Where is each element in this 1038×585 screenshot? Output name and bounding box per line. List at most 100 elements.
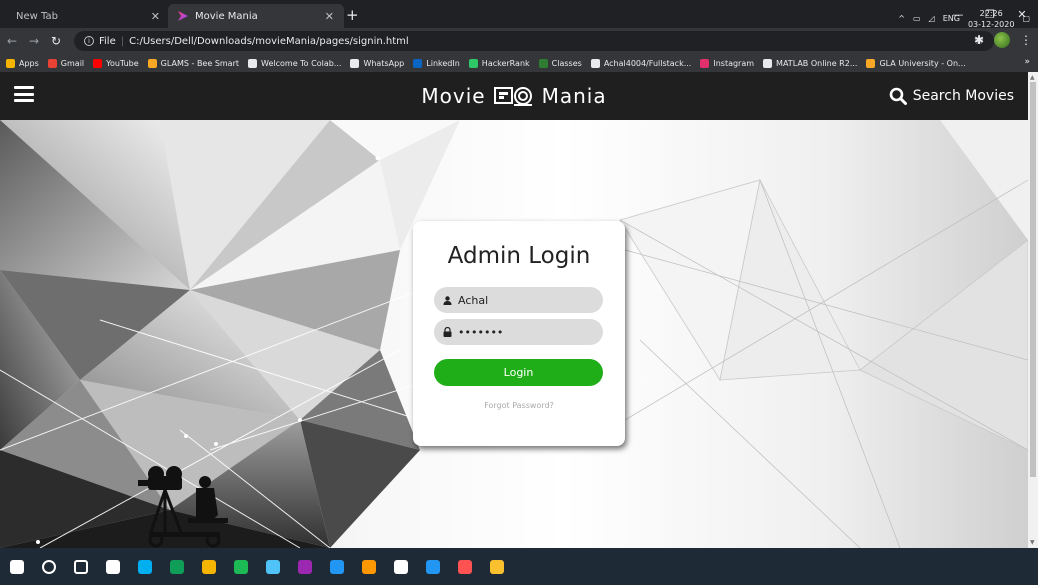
tab-title: Movie Mania xyxy=(195,10,258,22)
bookmark-item[interactable]: Achal4004/Fullstack... xyxy=(590,58,692,68)
bookmark-favicon-icon xyxy=(413,58,423,68)
edge-icon[interactable] xyxy=(162,552,192,582)
bookmark-label: YouTube xyxy=(106,58,139,68)
close-icon[interactable]: ✕ xyxy=(151,10,160,23)
bookmark-label: Classes xyxy=(551,58,582,68)
bookmark-favicon-icon xyxy=(468,58,478,68)
scrollbar-thumb[interactable] xyxy=(1030,82,1036,477)
address-bar[interactable]: i File | C:/Users/Dell/Downloads/movieMa… xyxy=(74,31,994,51)
bookmark-label: HackerRank xyxy=(481,58,530,68)
settings-icon[interactable] xyxy=(450,552,480,582)
app-icon[interactable] xyxy=(258,552,288,582)
language-indicator[interactable]: ENG xyxy=(943,14,960,23)
bookmark-item[interactable]: Classes xyxy=(538,58,582,68)
bookmark-label: Achal4004/Fullstack... xyxy=(603,58,692,68)
url-text[interactable]: C:/Users/Dell/Downloads/movieMania/pages… xyxy=(129,36,409,47)
bookmark-label: Instagram xyxy=(713,58,755,68)
skype-icon[interactable] xyxy=(130,552,160,582)
scroll-up-arrow-icon[interactable]: ▲ xyxy=(1030,74,1035,81)
bookmark-label: GLA University - On... xyxy=(879,58,966,68)
info-icon[interactable]: i xyxy=(84,36,94,46)
bookmark-item[interactable]: HackerRank xyxy=(468,58,530,68)
admin-login-card: Admin Login Achal ••••••• Login Forgot P… xyxy=(413,221,625,446)
taskbar-glyph xyxy=(298,559,312,574)
file-explorer-icon[interactable] xyxy=(482,552,512,582)
bookmark-item[interactable]: MATLAB Online R2... xyxy=(763,58,858,68)
forgot-password-link[interactable]: Forgot Password? xyxy=(413,401,625,410)
taskbar-glyph xyxy=(458,559,472,574)
app-orange-icon[interactable] xyxy=(354,552,384,582)
tab-strip: New Tab ✕ Movie Mania ✕ + — ❐ ✕ xyxy=(0,0,1038,28)
hamburger-menu-icon[interactable] xyxy=(14,86,34,102)
bookmark-item[interactable]: YouTube xyxy=(93,58,139,68)
bookmark-favicon-icon xyxy=(763,58,773,68)
bookmark-favicon-icon xyxy=(248,58,258,68)
search-movies-link[interactable]: Search Movies xyxy=(889,87,1014,105)
site-brand[interactable]: Movie Mania xyxy=(421,84,606,108)
new-tab-button[interactable]: + xyxy=(346,6,359,24)
user-icon xyxy=(443,295,452,305)
back-arrow-icon[interactable]: ← xyxy=(2,34,22,48)
reload-icon[interactable]: ↻ xyxy=(46,34,66,48)
brand-text-left: Movie xyxy=(421,84,486,108)
bookmark-label: MATLAB Online R2... xyxy=(776,58,858,68)
bookmark-item[interactable]: Instagram xyxy=(700,58,755,68)
taskbar-glyph xyxy=(490,559,504,574)
site-header: Movie Mania Search Movies xyxy=(0,72,1028,120)
taskbar-glyph xyxy=(362,559,376,574)
close-icon[interactable]: ✕ xyxy=(325,10,334,23)
app-blue-icon[interactable] xyxy=(322,552,352,582)
username-field[interactable]: Achal xyxy=(434,287,603,313)
battery-icon[interactable]: ▭ xyxy=(913,14,921,23)
tab-movie-mania[interactable]: Movie Mania ✕ xyxy=(168,4,344,28)
movie-favicon-icon xyxy=(178,11,188,21)
bookmark-item[interactable]: LinkedIn xyxy=(413,58,460,68)
password-field[interactable]: ••••••• xyxy=(434,319,603,345)
browser-toolbar: ← → ↻ i File | C:/Users/Dell/Downloads/m… xyxy=(0,28,1038,54)
bookmark-item[interactable]: WhatsApp xyxy=(350,58,405,68)
forward-arrow-icon[interactable]: → xyxy=(24,34,44,48)
url-scheme-label: File xyxy=(99,35,116,47)
bookmark-favicon-icon xyxy=(538,58,548,68)
taskbar-glyph xyxy=(138,559,152,574)
vscode-icon[interactable] xyxy=(418,552,448,582)
taskbar-glyph xyxy=(106,559,120,574)
url-separator: | xyxy=(120,35,125,47)
mail-icon[interactable] xyxy=(98,552,128,582)
notification-icon[interactable]: ▢ xyxy=(1022,14,1030,23)
bookmark-favicon-icon xyxy=(147,58,157,68)
taskbar-glyph xyxy=(10,559,24,574)
page-scrollbar[interactable]: ▲ ▼ xyxy=(1028,72,1038,548)
system-tray: ^ ▭ ◿ ENG 22:26 03-12-2020 ▢ xyxy=(898,0,1030,37)
github-desktop-icon[interactable] xyxy=(290,552,320,582)
bookmark-label: Apps xyxy=(19,58,39,68)
bookmark-item[interactable]: GLA University - On... xyxy=(866,58,966,68)
chrome-icon[interactable] xyxy=(194,552,224,582)
bookmarks-overflow-icon[interactable]: » xyxy=(1024,57,1030,67)
start-icon[interactable] xyxy=(2,552,32,582)
bookmark-item[interactable]: Welcome To Colab... xyxy=(248,58,341,68)
bookmark-favicon-icon xyxy=(590,58,600,68)
bookmark-item[interactable]: Apps xyxy=(6,58,39,68)
clock-time: 22:26 xyxy=(979,8,1003,18)
tray-chevron-icon[interactable]: ^ xyxy=(898,14,905,23)
scroll-down-arrow-icon[interactable]: ▼ xyxy=(1030,539,1035,546)
spotify-icon[interactable] xyxy=(226,552,256,582)
system-clock[interactable]: 22:26 03-12-2020 xyxy=(968,8,1015,30)
bookmark-favicon-icon xyxy=(93,58,103,68)
app-window-icon[interactable] xyxy=(386,552,416,582)
search-circle-icon[interactable] xyxy=(34,552,64,582)
lock-icon xyxy=(443,327,452,337)
brand-text-right: Mania xyxy=(541,84,607,108)
bookmark-item[interactable]: Gmail xyxy=(47,58,84,68)
task-view-icon[interactable] xyxy=(66,552,96,582)
taskbar-glyph xyxy=(266,559,280,574)
login-button[interactable]: Login xyxy=(434,359,603,386)
search-movies-label: Search Movies xyxy=(912,88,1014,104)
password-value: ••••••• xyxy=(458,325,504,339)
bookmark-favicon-icon xyxy=(700,58,710,68)
clock-date: 03-12-2020 xyxy=(967,19,1015,29)
bookmark-label: WhatsApp xyxy=(363,58,405,68)
network-icon[interactable]: ◿ xyxy=(929,14,935,23)
bookmark-item[interactable]: GLAMS - Bee Smart xyxy=(147,58,239,68)
